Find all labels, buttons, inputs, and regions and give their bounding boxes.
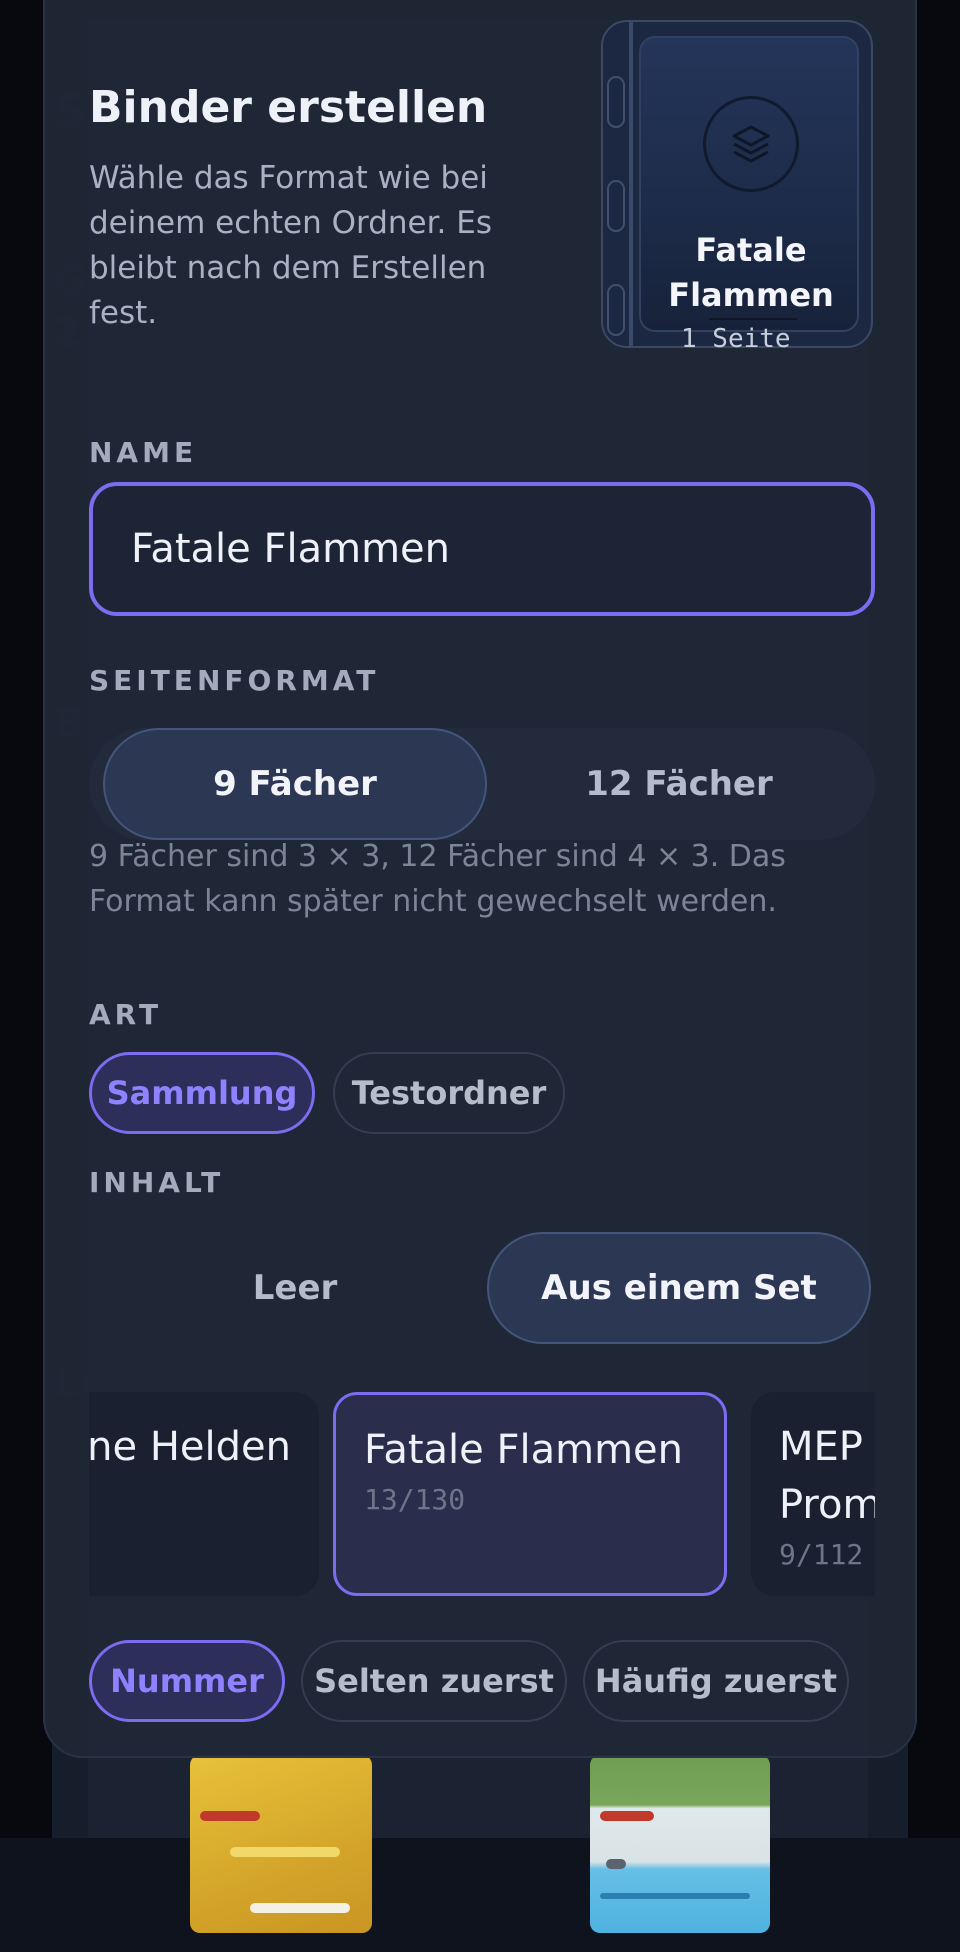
sort-common-first-chip[interactable]: Häufig zuerst	[583, 1640, 849, 1722]
binder-preview-title: Fatale Flammen	[668, 231, 834, 314]
binder-preview-pages: 1 Seite	[681, 324, 791, 354]
set-card-name: MEP Prom	[779, 1424, 875, 1528]
type-test-binder-chip[interactable]: Testordner	[333, 1052, 565, 1134]
binder-cover: Fatale Flammen 1 Seite	[639, 36, 859, 354]
binder-ring-icon	[607, 76, 625, 128]
binder-ring-icon	[607, 180, 625, 232]
content-from-set-button[interactable]: Aus einem Set	[487, 1232, 871, 1344]
page-format-toggle: 9 Fächer 12 Fächer	[89, 728, 875, 840]
binder-spine	[629, 22, 633, 346]
sort-rare-first-chip[interactable]: Selten zuerst	[301, 1640, 567, 1722]
content-toggle: Leer Aus einem Set	[89, 1232, 875, 1344]
page-format-9-slots-button[interactable]: 9 Fächer	[103, 728, 487, 840]
card-energy-bar	[606, 1859, 626, 1869]
set-card-name: Fatale Flammen	[364, 1427, 684, 1473]
layers-icon-graphic	[732, 125, 770, 163]
sheet-title: Binder erstellen	[89, 82, 488, 133]
name-label: NAME	[89, 436, 198, 469]
sort-options-row: Nummer Selten zuerst Häufig zuerst	[89, 1638, 889, 1722]
sort-number-chip[interactable]: Nummer	[89, 1640, 285, 1722]
set-card-name: ne Helden	[89, 1424, 291, 1470]
background-card-blue	[590, 1755, 770, 1933]
layers-icon	[703, 96, 799, 192]
content-label: INHALT	[89, 1166, 225, 1199]
binder-ring-icon	[607, 284, 625, 336]
set-card-selected[interactable]: Fatale Flammen 13/130	[333, 1392, 727, 1596]
set-picker-strip[interactable]: ne Helden Fatale Flammen 13/130 MEP Prom…	[89, 1392, 875, 1602]
card-attack-bar	[230, 1847, 340, 1857]
card-type-bar	[200, 1811, 260, 1821]
set-card[interactable]: ne Helden	[89, 1392, 319, 1596]
set-card-count: 9/112	[779, 1538, 864, 1571]
set-card[interactable]: MEP Prom 9/112	[751, 1392, 875, 1596]
content-empty-button[interactable]: Leer	[103, 1232, 487, 1344]
sheet-subtitle: Wähle das Format wie bei deinem echten O…	[89, 160, 492, 331]
binder-preview: Fatale Flammen 1 Seite	[601, 20, 873, 354]
card-footer-bar	[250, 1903, 350, 1913]
card-type-bar	[600, 1811, 654, 1821]
type-collection-chip[interactable]: Sammlung	[89, 1052, 315, 1134]
page-format-label: SEITENFORMAT	[89, 664, 380, 697]
page-format-hint: 9 Fächer sind 3 × 3, 12 Fächer sind 4 × …	[89, 839, 786, 919]
background-bottom-bar	[0, 1838, 960, 1952]
binder-preview-divider	[709, 318, 797, 320]
name-input[interactable]	[89, 482, 875, 616]
create-binder-sheet: Binder erstellen Wähle das Format wie be…	[43, 0, 917, 1758]
background-card-yellow	[190, 1755, 372, 1933]
set-card-count: 13/130	[364, 1483, 466, 1516]
card-footer-bar	[600, 1893, 750, 1899]
type-label: ART	[89, 998, 163, 1031]
page-format-12-slots-button[interactable]: 12 Fächer	[487, 728, 871, 840]
